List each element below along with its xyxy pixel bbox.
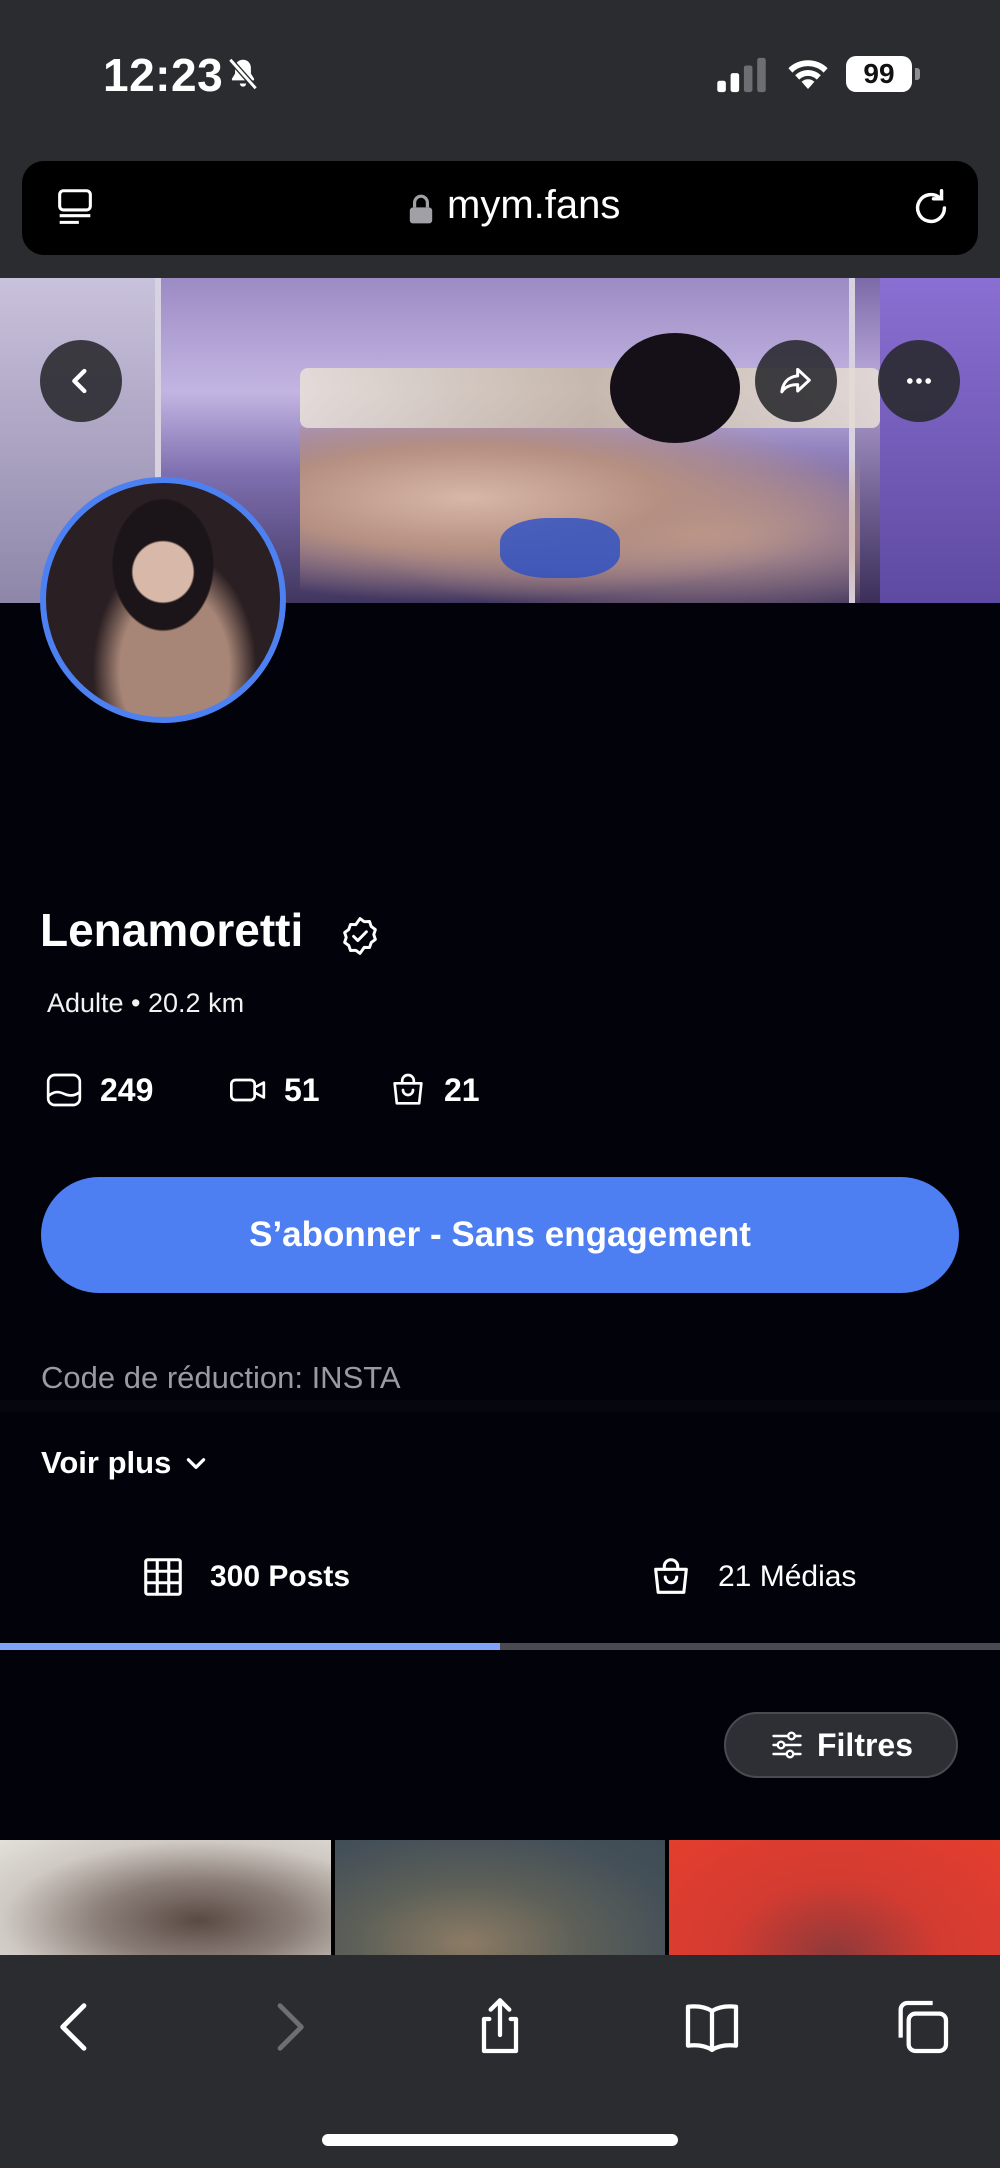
tab-active-indicator xyxy=(0,1643,500,1650)
promo-code: Code de réduction: INSTA xyxy=(41,1360,401,1395)
lock-icon xyxy=(409,194,433,224)
back-button[interactable] xyxy=(40,340,122,422)
media-thumbnail[interactable] xyxy=(0,1840,331,1955)
media-thumbnail[interactable] xyxy=(669,1840,1000,1955)
tabs-icon[interactable] xyxy=(890,1995,954,2059)
sliders-icon xyxy=(772,1731,802,1759)
filters-button[interactable]: Filtres xyxy=(724,1712,958,1778)
bell-slash-icon xyxy=(228,57,258,91)
back-arrow-icon xyxy=(72,368,87,394)
url-text[interactable]: mym.fans xyxy=(447,183,620,228)
verified-badge-icon xyxy=(343,917,377,955)
chevron-left-icon[interactable] xyxy=(44,1995,108,2059)
share-icon xyxy=(780,367,811,394)
avatar[interactable] xyxy=(40,477,286,723)
tab-posts[interactable]: 300 Posts xyxy=(140,1552,350,1602)
wifi-icon xyxy=(788,60,828,89)
stat-videos-count: 51 xyxy=(284,1071,320,1108)
photo-icon xyxy=(46,1073,82,1107)
stat-photos-count: 249 xyxy=(100,1071,154,1108)
subscribe-button[interactable]: S’abonner - Sans engagement xyxy=(41,1177,959,1293)
profile-meta: Adulte • 20.2 km xyxy=(47,988,245,1018)
bookmarks-icon[interactable] xyxy=(680,1995,744,2059)
stat-media-count: 21 xyxy=(444,1071,480,1108)
status-time: 12:23 xyxy=(103,49,224,101)
shopping-bag-icon xyxy=(654,1558,688,1594)
cellular-signal-icon xyxy=(717,57,766,93)
shopping-bag-icon xyxy=(393,1073,423,1105)
see-more-button[interactable]: Voir plus xyxy=(41,1445,209,1481)
more-options-button[interactable] xyxy=(878,340,960,422)
share-button[interactable] xyxy=(755,340,837,422)
status-bar: 12:23 99 xyxy=(0,0,1000,150)
browser-chrome: mym.fans xyxy=(0,150,1000,278)
profile-name: Lenamoretti xyxy=(40,904,304,956)
stat-videos: 51 xyxy=(226,1067,320,1113)
stat-media: 21 xyxy=(386,1067,480,1113)
tab-medias[interactable]: 21 Médias xyxy=(648,1552,856,1602)
tab-medias-label: 21 Médias xyxy=(718,1560,857,1593)
promo-fade xyxy=(0,1400,1000,1412)
address-bar[interactable]: mym.fans xyxy=(22,161,978,255)
tab-posts-label: 300 Posts xyxy=(210,1560,351,1593)
filters-label: Filtres xyxy=(816,1726,914,1763)
battery-icon: 99 xyxy=(846,56,920,92)
see-more-label: Voir plus xyxy=(41,1445,172,1480)
stat-photos: 249 xyxy=(42,1067,153,1113)
chevron-right-icon[interactable] xyxy=(256,1995,320,2059)
more-icon xyxy=(907,378,931,384)
media-grid xyxy=(0,1840,1000,1955)
media-thumbnail[interactable] xyxy=(334,1840,666,1955)
home-indicator[interactable] xyxy=(322,2134,678,2146)
chevron-down-icon xyxy=(187,1458,206,1469)
tabs-overview-icon[interactable] xyxy=(52,185,98,231)
share-icon[interactable] xyxy=(468,1995,532,2059)
grid-icon xyxy=(144,1558,182,1596)
video-camera-icon xyxy=(230,1078,266,1102)
reload-icon[interactable] xyxy=(908,185,954,231)
